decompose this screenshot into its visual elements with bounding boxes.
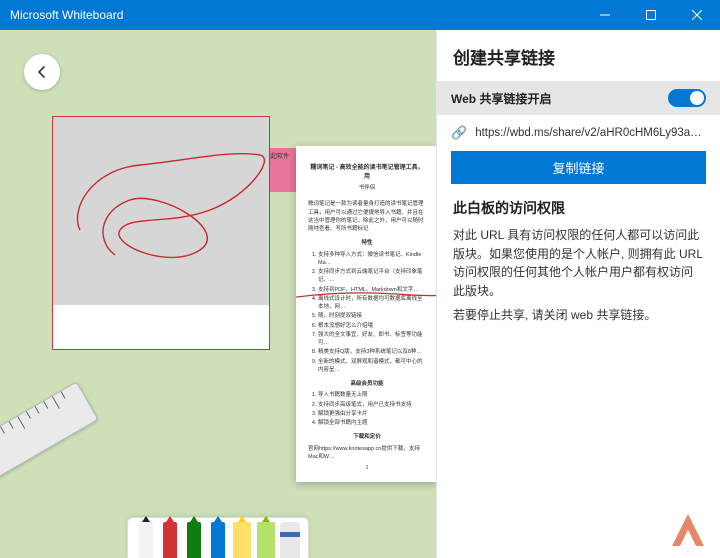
access-paragraph: 对此 URL 具有访问权限的任何人都可以访问此版块。如果您使用的是个人帐户, 则… xyxy=(453,226,704,300)
toggle-label: Web 共享链接开启 xyxy=(451,90,551,107)
minimize-button[interactable] xyxy=(582,0,628,30)
doc-download: 官网https://www.knotesapp.cn提供下载，支持Mac和W… xyxy=(308,445,426,462)
panel-header: 创建共享链接 xyxy=(437,30,720,81)
list-item: 支持多种导入方式：微信读书笔记、Kindle Ma… xyxy=(318,251,426,268)
document-preview[interactable]: 糯词笔记 - 高效全能的读书笔记管理工具，用 书伴侣 糯词笔记是一款为读者量身打… xyxy=(296,146,436,482)
list-item: 支持同步方式到云端笔记平台（支持印象笔记、… xyxy=(318,268,426,285)
share-link-row: 🔗 xyxy=(437,115,720,147)
pen-blue[interactable] xyxy=(208,522,228,558)
app-title: Microsoft Whiteboard xyxy=(10,8,123,22)
eraser[interactable] xyxy=(280,522,300,558)
toggle-knob xyxy=(690,91,704,105)
selection-white-region xyxy=(53,305,269,349)
share-url-input[interactable] xyxy=(475,127,706,139)
doc-title: 糯词笔记 - 高效全能的读书笔记管理工具，用 xyxy=(308,164,426,182)
access-paragraph: 若要停止共享, 请关闭 web 共享链接。 xyxy=(453,306,704,325)
pen-red[interactable] xyxy=(160,522,180,558)
doc-intro: 糯词笔记是一款为读者量身打造的读书笔记管理工具，用户可以通过它便捷地导入书籍、并… xyxy=(308,200,426,233)
pen-black[interactable] xyxy=(136,522,156,558)
arrow-left-icon xyxy=(34,64,50,80)
share-panel: 创建共享链接 Web 共享链接开启 🔗 复制链接 此白板的访问权限 对此 URL… xyxy=(436,30,720,558)
titlebar: Microsoft Whiteboard xyxy=(0,0,720,30)
ruler-body xyxy=(0,381,99,519)
main-area: 说起软件 糯词笔记 - 高效全能的读书笔记管理工具，用 书伴侣 糯词笔记是一款为… xyxy=(0,30,720,558)
doc-sec1-list: 支持多种导入方式：微信读书笔记、Kindle Ma… 支持同步方式到云端笔记平台… xyxy=(308,251,426,375)
list-item: 全新的模式、双屏观和谐模式，都可中心的内容呈… xyxy=(318,358,426,375)
list-item: 支持同步高级笔式，用户已支持书支持 xyxy=(318,401,426,409)
doc-sec2-title: 高级会员功能 xyxy=(308,380,426,388)
doc-sec1-title: 特性 xyxy=(308,239,426,247)
list-item: 导入书籍数量无上限 xyxy=(318,391,426,399)
list-item: 离线式设计时，所有数据均可数据库离线至本地，网… xyxy=(318,295,426,312)
window-controls xyxy=(582,0,720,30)
doc-sec2-list: 导入书籍数量无上限 支持同步高级笔式，用户已支持书支持 解锁更强由分享卡片 解锁… xyxy=(308,391,426,427)
pen-green[interactable] xyxy=(184,522,204,558)
pen-tray xyxy=(127,517,309,558)
access-section: 此白板的访问权限 对此 URL 具有访问权限的任何人都可以访问此版块。如果您使用… xyxy=(437,198,720,331)
list-item: 随，时刻提双链接 xyxy=(318,312,426,320)
list-item: 支持到PDF、HTML、Markdown和文字… xyxy=(318,286,426,294)
web-share-toggle-row: Web 共享链接开启 xyxy=(437,81,720,115)
copy-link-button[interactable]: 复制链接 xyxy=(451,151,706,184)
doc-page-number: 1 xyxy=(296,465,436,473)
web-share-toggle[interactable] xyxy=(668,89,706,107)
selection-rectangle[interactable] xyxy=(52,116,270,350)
list-item: 精美支持Q版，支持3种系统笔记以及8种… xyxy=(318,348,426,356)
back-button[interactable] xyxy=(24,54,60,90)
list-item: 强大的全文事宜、好友、即书、标签等功能可… xyxy=(318,331,426,348)
close-button[interactable] xyxy=(674,0,720,30)
maximize-button[interactable] xyxy=(628,0,674,30)
whiteboard-canvas[interactable]: 说起软件 糯词笔记 - 高效全能的读书笔记管理工具，用 书伴侣 糯词笔记是一款为… xyxy=(0,30,436,558)
list-item: 解锁更强由分享卡片 xyxy=(318,410,426,418)
list-item: 根本没想好怎么介绍哦 xyxy=(318,322,426,330)
doc-sec3-title: 下载和定价 xyxy=(308,433,426,441)
list-item: 解锁全部书籍内主题 xyxy=(318,419,426,427)
highlighter-yellow[interactable] xyxy=(232,522,252,558)
access-title: 此白板的访问权限 xyxy=(453,198,704,218)
link-icon: 🔗 xyxy=(451,125,467,141)
watermark-logo xyxy=(668,510,708,550)
panel-title: 创建共享链接 xyxy=(453,44,704,69)
doc-subtitle: 书伴侣 xyxy=(308,184,426,192)
highlighter-green[interactable] xyxy=(256,522,276,558)
